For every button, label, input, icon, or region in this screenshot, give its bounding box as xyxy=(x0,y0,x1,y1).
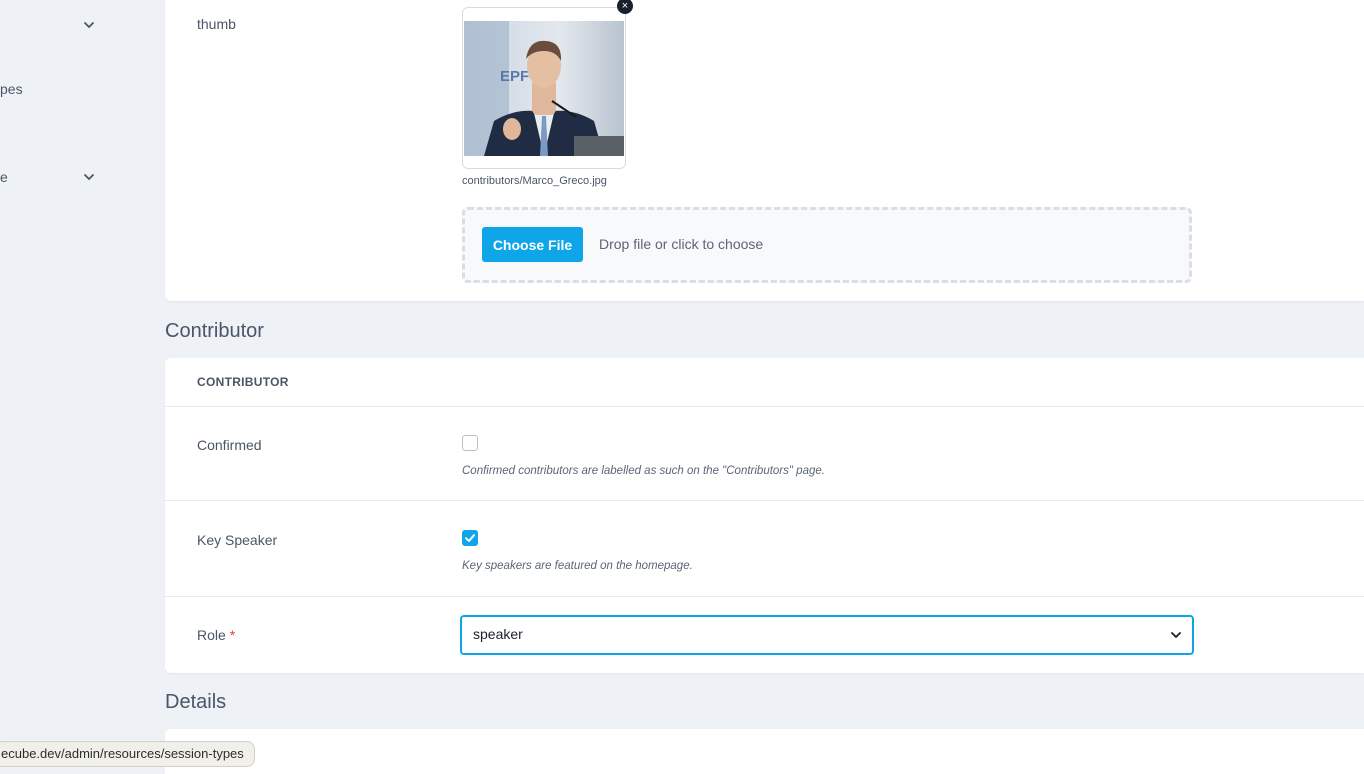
divider xyxy=(165,500,1364,501)
sidebar-item-collapsed-2[interactable]: e xyxy=(0,165,120,189)
divider xyxy=(165,596,1364,597)
sidebar-item-label: pes xyxy=(0,81,23,97)
key-speaker-label: Key Speaker xyxy=(197,532,278,548)
role-label: Role * xyxy=(197,627,235,643)
svg-text:EPF: EPF xyxy=(500,68,529,85)
role-select[interactable]: speaker xyxy=(460,615,1194,655)
contributor-card: CONTRIBUTOR Confirmed Confirmed contribu… xyxy=(165,358,1364,673)
sidebar-item-label: e xyxy=(0,169,8,185)
dropzone-hint: Drop file or click to choose xyxy=(599,236,764,252)
status-bar-url: ecube.dev/admin/resources/session-types xyxy=(0,741,255,767)
thumb-image: EPF xyxy=(464,21,624,156)
divider xyxy=(165,406,1364,407)
thumb-label: thumb xyxy=(197,16,236,32)
thumb-preview: EPF xyxy=(462,7,626,169)
details-section-title: Details xyxy=(165,691,227,713)
confirmed-label: Confirmed xyxy=(197,437,262,453)
role-label-text: Role xyxy=(197,627,226,643)
sidebar-item-collapsed-1[interactable] xyxy=(0,13,120,37)
confirmed-help-text: Confirmed contributors are labelled as s… xyxy=(462,465,825,477)
required-indicator: * xyxy=(229,627,236,643)
sidebar-item-types[interactable]: pes xyxy=(0,77,120,101)
close-icon: × xyxy=(621,0,629,12)
chevron-down-icon xyxy=(84,174,94,180)
chevron-down-icon xyxy=(1171,632,1181,638)
thumb-file-name: contributors/Marco_Greco.jpg xyxy=(462,175,607,187)
key-speaker-checkbox[interactable] xyxy=(462,530,478,546)
confirmed-checkbox[interactable] xyxy=(462,435,478,451)
contributor-section-title: Contributor xyxy=(165,320,264,342)
contributor-card-heading: CONTRIBUTOR xyxy=(197,375,289,389)
details-card xyxy=(165,729,1364,774)
file-dropzone[interactable]: Choose File Drop file or click to choose xyxy=(462,207,1192,283)
check-icon xyxy=(465,534,475,542)
key-speaker-help-text: Key speakers are featured on the homepag… xyxy=(462,560,693,572)
sidebar: pes e xyxy=(0,0,130,774)
choose-file-button[interactable]: Choose File xyxy=(482,227,583,262)
thumb-card: thumb EPF × contributors/Marco_Greco.jpg… xyxy=(165,0,1364,301)
chevron-down-icon xyxy=(84,22,94,28)
remove-thumb-button[interactable]: × xyxy=(617,0,633,14)
role-select-value: speaker xyxy=(473,626,523,642)
